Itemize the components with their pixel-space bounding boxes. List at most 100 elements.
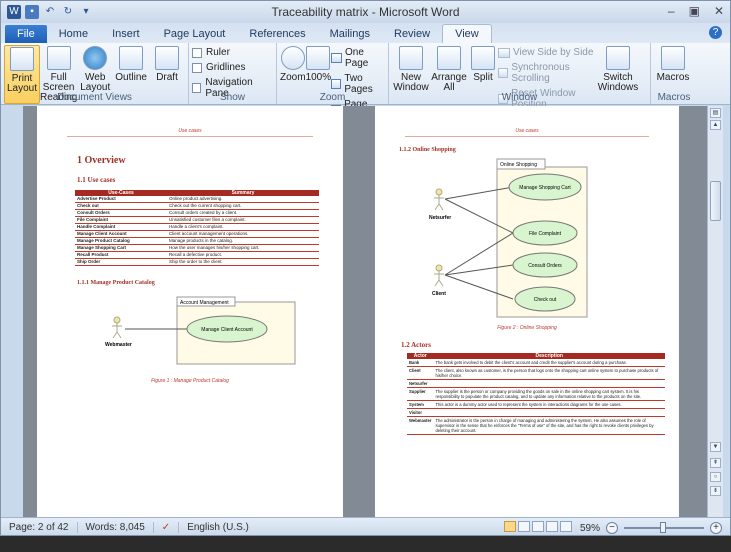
- table-row: Ship Order Ship the order to the client.: [75, 258, 319, 266]
- tab-home[interactable]: Home: [47, 25, 100, 43]
- usecase-label: Manage Client Account: [201, 327, 253, 333]
- full-screen-view-icon[interactable]: [517, 521, 530, 532]
- zoom-in-icon[interactable]: +: [710, 522, 722, 534]
- scroll-down-icon[interactable]: ▼: [710, 442, 721, 452]
- draft-view-icon[interactable]: [559, 521, 572, 532]
- word-count[interactable]: Words: 8,045: [78, 522, 154, 533]
- table-cell: The administrator is the person in charg…: [433, 416, 665, 435]
- table-cell: Manage Product Catalog: [75, 237, 167, 245]
- one-page-button[interactable]: One Page: [331, 47, 385, 69]
- heading-2: 1.1 Use cases: [77, 176, 116, 184]
- table-cell: File Complaint: [75, 216, 167, 224]
- view-buttons: [503, 521, 574, 535]
- table-row: Check out Check out the current shopping …: [75, 202, 319, 210]
- table-row: Bank The bank gets involved to debit the …: [407, 359, 665, 367]
- table-cell: The client, also known as customer, is t…: [433, 366, 665, 380]
- tab-mailings[interactable]: Mailings: [318, 25, 382, 43]
- arrange-all-icon: [437, 46, 461, 70]
- actors-table: Actor Description Bank The bank gets invo…: [407, 353, 665, 435]
- draft-icon: [155, 46, 180, 70]
- table-cell: Recall Product: [75, 251, 167, 259]
- proofing-icon[interactable]: ✓: [154, 522, 180, 533]
- table-cell: Check out: [75, 202, 167, 210]
- gridlines-checkbox[interactable]: Gridlines: [192, 62, 273, 73]
- group-document-views: Print Layout Full Screen Reading Web Lay…: [1, 43, 189, 104]
- title-bar: W ▪ ↶ ↻ ▾ Traceability matrix - Microsof…: [1, 1, 730, 23]
- table-cell: Consult orders created by a client.: [167, 209, 319, 217]
- tab-references[interactable]: References: [237, 25, 317, 43]
- table-row: Client The client, also known as customer…: [407, 366, 665, 380]
- close-icon[interactable]: ✕: [714, 4, 724, 18]
- zoom-level[interactable]: 59%: [580, 523, 600, 534]
- table-cell: Ship the order to the client.: [167, 258, 319, 266]
- table-cell: Client account management operations.: [167, 230, 319, 238]
- language-indicator[interactable]: English (U.S.): [179, 522, 257, 533]
- browse-object-icon[interactable]: ○: [710, 472, 721, 482]
- vertical-scrollbar[interactable]: ▤ ▲ ▼ ⇞ ○ ⇟: [707, 106, 723, 517]
- group-zoom: Zoom 100% One Page Two Pages Page Width …: [277, 43, 389, 121]
- actor-label: Netsurfer: [429, 215, 451, 221]
- table-cell: The supplier is the person or company pr…: [433, 387, 665, 401]
- previous-page-icon[interactable]: ⇞: [710, 458, 721, 468]
- next-page-icon[interactable]: ⇟: [710, 486, 721, 496]
- table-row: File Complaint Unsatisfied customer files…: [75, 216, 319, 224]
- use-cases-table: Use-Cases Summary Advertise Product Onlin…: [75, 190, 319, 266]
- minimize-icon[interactable]: –: [668, 4, 675, 18]
- synchronous-scrolling-button[interactable]: Synchronous Scrolling: [498, 62, 594, 84]
- ruler-toggle-icon[interactable]: ▤: [710, 108, 721, 118]
- zoom-out-icon[interactable]: −: [606, 522, 618, 534]
- online-shopping-diagram: Online Shopping Netsurfer Client Manage …: [429, 158, 588, 318]
- page-header: Use cases: [405, 128, 649, 137]
- status-bar: Page: 2 of 42 Words: 8,045 ✓ English (U.…: [1, 517, 730, 535]
- print-layout-view-icon[interactable]: [503, 521, 516, 532]
- table-cell: Client: [407, 366, 434, 380]
- view-side-by-side-button[interactable]: View Side by Side: [498, 47, 594, 58]
- table-row: System This actor is a dummy actor used t…: [407, 400, 665, 409]
- zoom-slider-knob[interactable]: [660, 522, 666, 533]
- system-label: Online Shopping: [500, 162, 537, 168]
- table-row: Recall Product Recall a defective product…: [75, 251, 319, 259]
- table-cell: The bank gets involved to debit the clie…: [433, 359, 665, 367]
- group-label: Show: [219, 92, 245, 103]
- figure-caption: Figure 2 : Online Shopping: [497, 325, 557, 331]
- heading-2: 1.2 Actors: [401, 341, 431, 349]
- usecase-label: Consult Orders: [528, 263, 562, 269]
- table-cell: Manage products in the catalog.: [167, 237, 319, 245]
- outline-view-icon[interactable]: [545, 521, 558, 532]
- tab-review[interactable]: Review: [382, 25, 442, 43]
- table-cell: System: [407, 400, 434, 409]
- table-cell: Webmaster: [407, 416, 434, 435]
- two-pages-icon: [331, 79, 342, 89]
- table-row: Manage Shopping Cart How the user manages…: [75, 244, 319, 252]
- ruler-checkbox[interactable]: Ruler: [192, 47, 273, 58]
- tab-insert[interactable]: Insert: [100, 25, 152, 43]
- maximize-icon[interactable]: ▣: [689, 4, 700, 18]
- tab-view[interactable]: View: [442, 24, 492, 43]
- document-area[interactable]: Use cases 1 Overview 1.1 Use cases Use-C…: [23, 106, 707, 517]
- tab-page-layout[interactable]: Page Layout: [152, 25, 238, 43]
- full-screen-icon: [46, 46, 71, 70]
- help-icon[interactable]: ?: [709, 26, 722, 39]
- window-controls: – ▣ ✕: [668, 4, 724, 18]
- scrollbar-thumb[interactable]: [710, 181, 721, 221]
- table-cell: Netsurfer: [407, 379, 434, 388]
- zoom-slider[interactable]: [624, 522, 704, 533]
- print-layout-icon: [10, 47, 34, 71]
- web-view-icon[interactable]: [531, 521, 544, 532]
- group-label: Macros: [657, 92, 691, 103]
- page-count[interactable]: Page: 2 of 42: [1, 522, 78, 533]
- table-row: Consult Orders Consult orders created by …: [75, 209, 319, 217]
- sync-scroll-icon: [498, 68, 509, 78]
- checkbox-icon: [192, 62, 202, 73]
- tab-file[interactable]: File: [5, 25, 47, 43]
- switch-windows-icon: [606, 46, 630, 70]
- macros-icon: [661, 46, 685, 70]
- table-cell: How the user manages his/her shopping ca…: [167, 244, 319, 252]
- globe-icon: [83, 46, 108, 70]
- heading-1: 1 Overview: [77, 155, 126, 166]
- table-row: Webmaster The administrator is the person…: [407, 416, 665, 435]
- zoom-controls: 59% − +: [503, 521, 722, 535]
- table-cell: Ship Order: [75, 258, 167, 266]
- group-label: Window: [501, 92, 538, 103]
- scroll-up-icon[interactable]: ▲: [710, 120, 721, 130]
